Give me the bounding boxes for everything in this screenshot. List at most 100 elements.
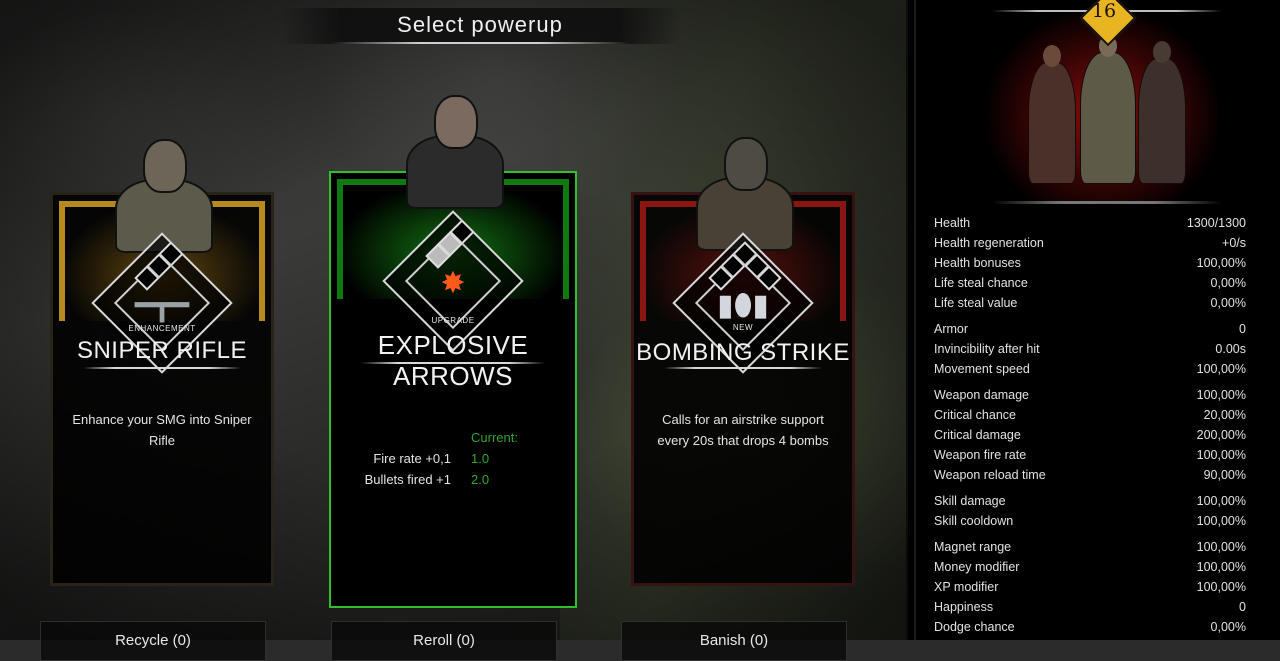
upgrade-stats: Current: Fire rate +0,1 1.0 Bullets fire… (331, 427, 575, 490)
page-title: Select powerup (397, 12, 563, 37)
stat-row: XP modifier 100,00% (934, 577, 1246, 597)
stat-value: 20,00% (1203, 408, 1246, 422)
stat-value: 1300/1300 (1186, 216, 1246, 230)
current-label: Current: (471, 430, 518, 445)
stat-row: Skill damage 100,00% (934, 491, 1246, 511)
stat-row: Life steal value 0,00% (934, 293, 1246, 313)
stat-name: Life steal chance (934, 276, 1028, 290)
stat-row: Magnet range 100,00% (934, 537, 1246, 557)
stat-current: 2.0 (471, 472, 490, 487)
stat-name: Weapon reload time (934, 468, 1046, 482)
stat-group: Skill damage 100,00% Skill cooldown 100,00% (934, 491, 1246, 531)
card-type: NEW (732, 323, 754, 332)
stat-row: Armor 0 (934, 319, 1246, 339)
stat-row: Life steal chance 0,00% (934, 273, 1246, 293)
stat-value: 100,00% (1196, 448, 1246, 462)
stat-row: Invincibility after hit 0.00s (934, 339, 1246, 359)
reroll-button[interactable]: Reroll (0) (331, 621, 557, 661)
stat-name: Health (934, 216, 971, 230)
stat-name: Weapon fire rate (934, 448, 1027, 462)
stat-name: Critical damage (934, 428, 1021, 442)
upgrade-stat-row: Bullets fired +1 2.0 (331, 469, 575, 490)
card-divider (664, 367, 822, 369)
explosive-arrow-icon: ✸ (440, 267, 466, 300)
stat-name: Critical chance (934, 408, 1016, 422)
stat-value: 90,00% (1203, 468, 1246, 482)
stat-value: 100,00% (1196, 514, 1246, 528)
recycle-button[interactable]: Recycle (0) (40, 621, 266, 661)
stat-value: 100,00% (1196, 560, 1246, 574)
stat-value: 0 (1239, 600, 1246, 614)
bomb-icon: ▮⬮▮ (717, 289, 769, 322)
stat-value: 100,00% (1196, 362, 1246, 376)
stat-value: +0/s (1222, 236, 1246, 250)
stat-value: 100,00% (1196, 256, 1246, 270)
stat-row: Health regeneration +0/s (934, 233, 1246, 253)
card-type: ENHANCEMENT (128, 324, 196, 333)
card-name: EXPLOSIVE ARROWS (377, 330, 529, 391)
stat-row: Happiness 0 (934, 597, 1246, 617)
stat-value: 0 (1239, 322, 1246, 336)
powerup-card-sniper-rifle[interactable]: ━┳━ ENHANCEMENT SNIPER RIFLE Enhance you… (50, 139, 274, 586)
stat-name: Skill damage (934, 494, 1006, 508)
stat-row: Movement speed 100,00% (934, 359, 1246, 379)
stat-value: 100,00% (1196, 494, 1246, 508)
stat-value: 0,00% (1210, 620, 1246, 634)
stat-row: Weapon damage 100,00% (934, 385, 1246, 405)
stat-name: Magnet range (934, 540, 1012, 554)
stat-name: Weapon damage (934, 388, 1029, 402)
stat-label: Bullets fired +1 (364, 472, 451, 487)
stat-value: 100,00% (1196, 388, 1246, 402)
upgrade-stat-row: Fire rate +0,1 1.0 (331, 448, 575, 469)
stat-current: 1.0 (471, 451, 490, 466)
hero-bottom-divider (992, 201, 1222, 204)
stat-row: Money modifier 100,00% (934, 557, 1246, 577)
stat-row: Health 1300/1300 (934, 213, 1246, 233)
level-pips (413, 219, 493, 269)
stat-name: Skill cooldown (934, 514, 1014, 528)
card-type: UPGRADE (431, 316, 475, 325)
stat-label: Fire rate +0,1 (373, 451, 451, 466)
title-divider (330, 42, 630, 44)
stat-row: Skill cooldown 100,00% (934, 511, 1246, 531)
stat-name: Movement speed (934, 362, 1030, 376)
stat-value: 0,00% (1210, 276, 1246, 290)
stat-value: 0,00% (1210, 296, 1246, 310)
stat-row: Critical damage 200,00% (934, 425, 1246, 445)
stat-name: Invincibility after hit (934, 342, 1040, 356)
stat-name: XP modifier (934, 580, 999, 594)
card-description: Enhance your SMG into Sniper Rifle (72, 412, 252, 448)
stat-row: Weapon reload time 90,00% (934, 465, 1246, 485)
card-description: Calls for an airstrike support every 20s… (657, 412, 829, 448)
stat-row: Health bonuses 100,00% (934, 253, 1246, 273)
stat-name: Health bonuses (934, 256, 1021, 270)
banish-button[interactable]: Banish (0) (621, 621, 847, 661)
character-portrait (398, 95, 508, 225)
hero-gasmask (1138, 41, 1186, 184)
hero-soldier (1080, 35, 1136, 184)
stat-group: Magnet range 100,00% Money modifier 100,00%… (934, 537, 1246, 637)
stat-row: Dodge chance 0,00% (934, 617, 1246, 637)
level-pips (703, 241, 783, 291)
stat-value: 100,00% (1196, 540, 1246, 554)
powerup-card-explosive-arrows[interactable]: ✸ UPGRADE EXPLOSIVE ARROWS Current: Fire… (329, 95, 577, 608)
card-name: SNIPER RIFLE (76, 337, 248, 364)
card-divider (83, 367, 241, 369)
stat-value: 100,00% (1196, 580, 1246, 594)
stat-name: Money modifier (934, 560, 1020, 574)
stat-value: 200,00% (1196, 428, 1246, 442)
stat-name: Dodge chance (934, 620, 1015, 634)
powerup-card-bombing-strike[interactable]: ▮⬮▮ NEW BOMBING STRIKE Calls for an airs… (631, 137, 855, 586)
title-bar: Select powerup (280, 8, 680, 44)
stat-value: 0.00s (1215, 342, 1246, 356)
character-stats-panel: 16 Health 1300/1300 Health regeneration +0/… (906, 0, 1280, 640)
stat-name: Happiness (934, 600, 994, 614)
stats-list: Health 1300/1300 Health regeneration +0/s He… (934, 213, 1246, 643)
card-name: BOMBING STRIKE (636, 339, 850, 366)
player-level: 16 (1091, 0, 1117, 22)
stat-row: Weapon fire rate 100,00% (934, 445, 1246, 465)
stat-group: Weapon damage 100,00% Critical chance 20,00… (934, 385, 1246, 485)
card-divider (361, 362, 545, 364)
stat-group: Health 1300/1300 Health regeneration +0/s He… (934, 213, 1246, 313)
stat-row: Critical chance 20,00% (934, 405, 1246, 425)
